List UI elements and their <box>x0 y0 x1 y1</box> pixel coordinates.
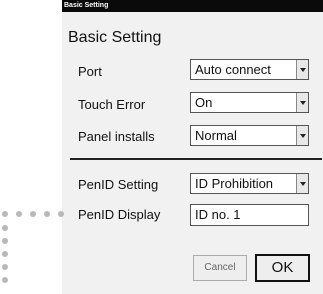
chevron-down-icon[interactable] <box>296 174 308 193</box>
penid-display-label: PenID Display <box>78 207 161 222</box>
penid-display-field[interactable]: ID no. 1 <box>190 204 309 226</box>
callout-dot <box>2 264 8 270</box>
callout-dot <box>16 211 22 217</box>
page-title: Basic Setting <box>68 29 162 46</box>
cancel-button[interactable]: Cancel <box>193 255 247 281</box>
panel-installs-select[interactable]: Normal <box>190 125 309 146</box>
port-select[interactable]: Auto connect <box>190 59 309 80</box>
callout-dot <box>2 211 8 217</box>
basic-setting-dialog: Basic Setting Basic Setting Port Auto co… <box>62 0 323 294</box>
callout-dot <box>2 238 8 244</box>
chevron-down-icon[interactable] <box>296 93 308 112</box>
chevron-down-icon[interactable] <box>296 126 308 145</box>
callout-dot <box>44 211 50 217</box>
callout-dot <box>30 211 36 217</box>
penid-setting-select[interactable]: ID Prohibition <box>190 173 309 194</box>
callout-dot <box>2 251 8 257</box>
panel-installs-value: Normal <box>195 128 237 143</box>
penid-setting-label: PenID Setting <box>78 177 159 192</box>
penid-display-value: ID no. 1 <box>195 207 241 222</box>
touch-error-label: Touch Error <box>78 97 146 112</box>
touch-error-value: On <box>195 95 213 110</box>
port-label: Port <box>78 64 102 79</box>
touch-error-select[interactable]: On <box>190 92 309 113</box>
penid-setting-value: ID Prohibition <box>195 176 274 191</box>
port-value: Auto connect <box>195 62 271 77</box>
divider <box>70 158 322 160</box>
ok-button[interactable]: OK <box>255 254 310 282</box>
callout-dot <box>2 225 8 231</box>
callout-dot <box>2 277 8 283</box>
window-titlebar: Basic Setting <box>62 0 323 12</box>
chevron-down-icon[interactable] <box>296 60 308 79</box>
panel-installs-label: Panel installs <box>78 129 155 144</box>
